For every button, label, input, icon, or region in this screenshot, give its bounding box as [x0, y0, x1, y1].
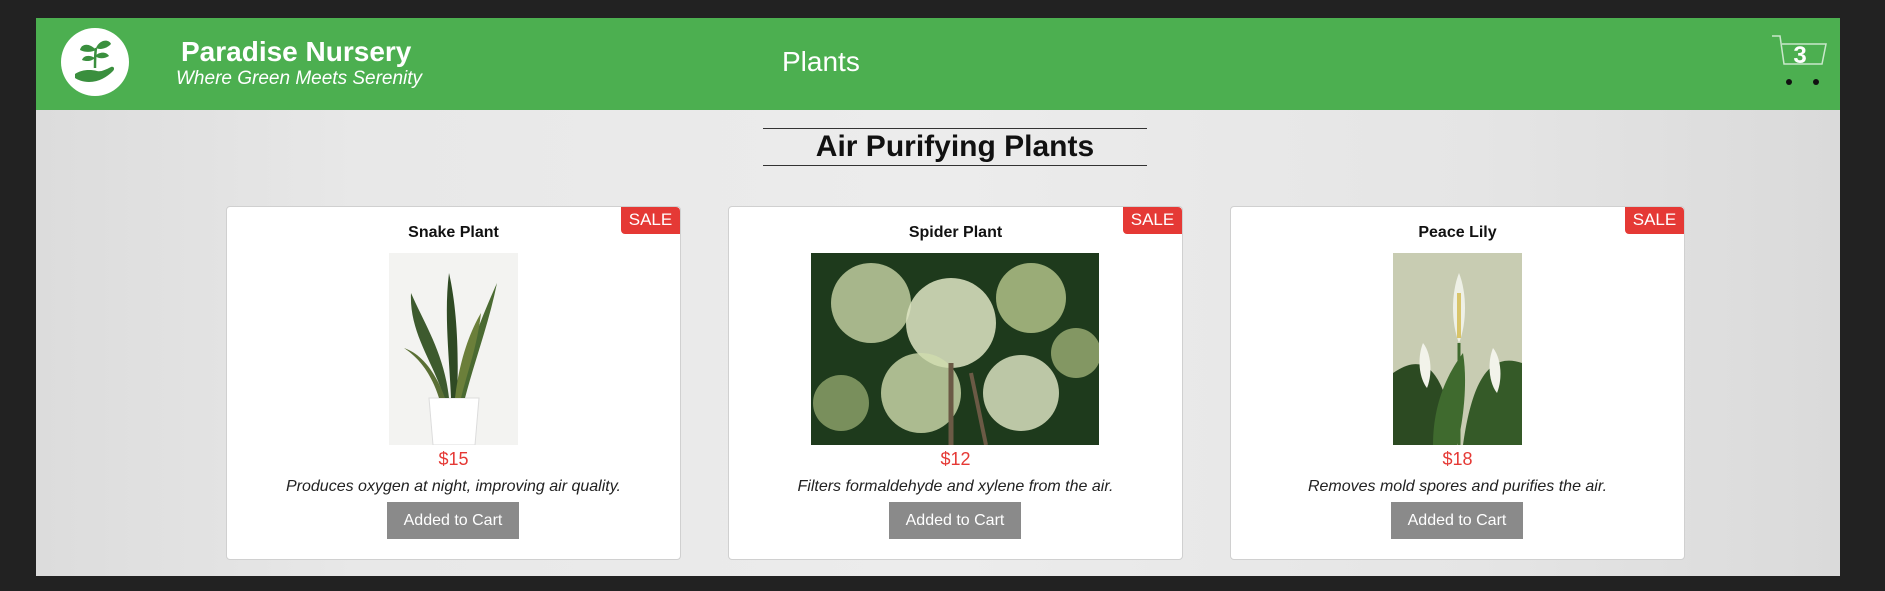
- product-description: Filters formaldehyde and xylene from the…: [797, 478, 1114, 495]
- add-to-cart-button[interactable]: Added to Cart: [387, 502, 519, 539]
- product-name: Peace Lily: [1418, 224, 1497, 241]
- peace-lily-image: [1393, 253, 1522, 445]
- product-name: Snake Plant: [408, 224, 499, 241]
- nav-link-plants[interactable]: Plants: [782, 46, 860, 78]
- product-description: Removes mold spores and purifies the air…: [1307, 478, 1608, 495]
- product-card: SALE Peace Lily $18 Removes mold spores …: [1230, 206, 1685, 560]
- snake-plant-image: [389, 253, 518, 445]
- product-image: [1393, 253, 1522, 445]
- logo[interactable]: [61, 28, 129, 96]
- plant-in-hand-icon: [75, 40, 115, 82]
- brand-tagline: Where Green Meets Serenity: [176, 68, 423, 89]
- add-to-cart-button[interactable]: Added to Cart: [1391, 502, 1523, 539]
- product-name: Spider Plant: [908, 224, 1003, 241]
- app-window: Paradise Nursery Where Green Meets Seren…: [36, 18, 1840, 576]
- section-title: Air Purifying Plants: [763, 128, 1147, 166]
- cart-count-badge: 3: [1793, 42, 1807, 69]
- product-image: [811, 253, 1099, 445]
- product-description: Produces oxygen at night, improving air …: [286, 478, 621, 495]
- site-header: Paradise Nursery Where Green Meets Seren…: [36, 18, 1840, 110]
- brand-name: Paradise Nursery: [181, 36, 412, 67]
- product-image: [389, 253, 518, 445]
- product-price: $15: [438, 449, 469, 469]
- product-card: SALE Snake Plant $15 Produces oxygen at …: [226, 206, 681, 560]
- cart-button[interactable]: 3: [1770, 34, 1830, 90]
- product-card: SALE Spider Plant $12 Filters formaldehy…: [728, 206, 1183, 560]
- spider-plant-image: [811, 253, 1099, 445]
- product-price: $18: [1442, 449, 1473, 469]
- add-to-cart-button[interactable]: Added to Cart: [889, 502, 1021, 539]
- product-price: $12: [940, 449, 971, 469]
